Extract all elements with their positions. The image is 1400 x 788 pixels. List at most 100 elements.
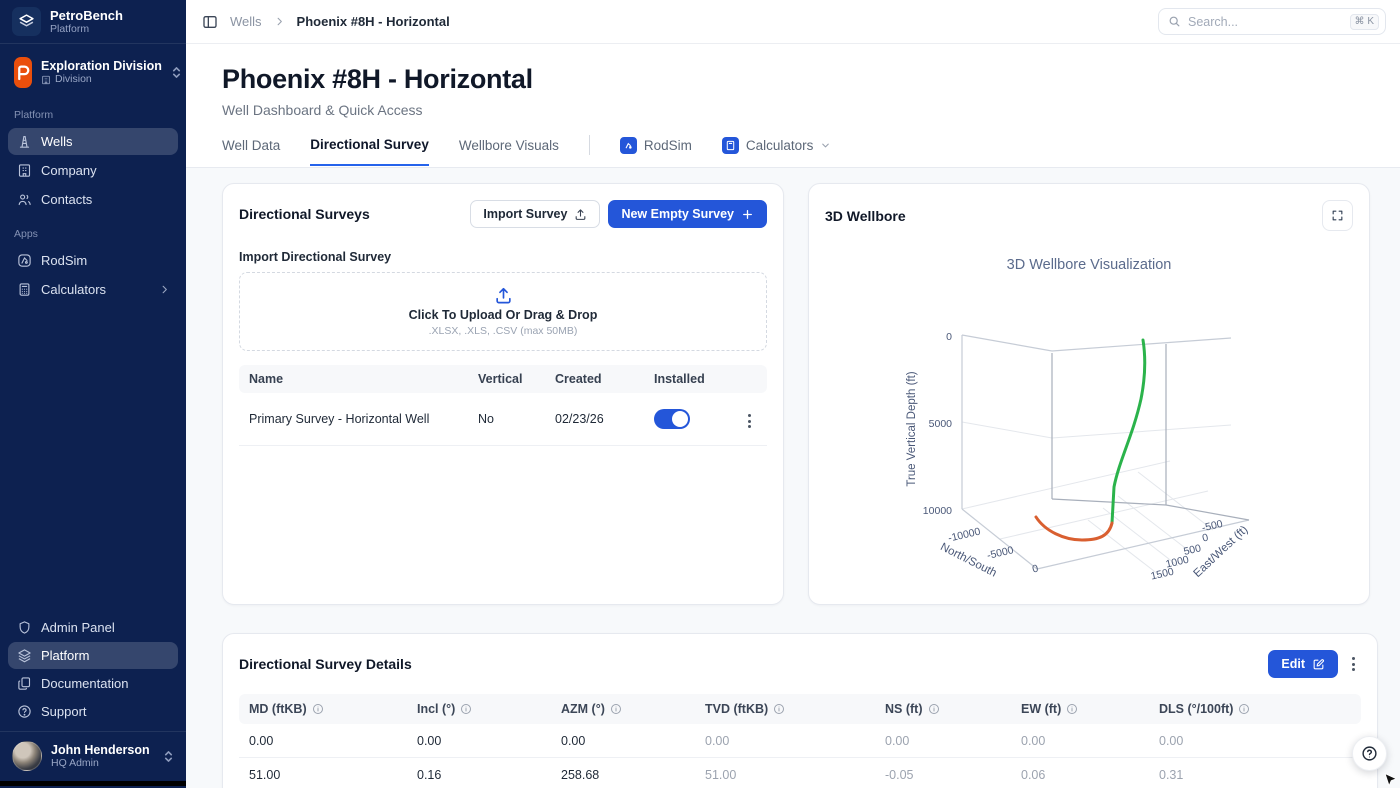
search-box[interactable]: ⌘ K [1158, 8, 1386, 35]
calculator-icon [16, 282, 32, 297]
sidebar-item-label: Company [41, 163, 97, 178]
help-circle-icon [1361, 745, 1378, 762]
upload-icon [494, 286, 513, 305]
user-name: John Henderson [51, 743, 150, 757]
users-icon [16, 192, 32, 207]
chevron-updown-icon [171, 66, 182, 79]
incl-cell: 0.00 [407, 724, 551, 758]
wellbore-3d-scene: 0 5000 10000 True Vertical Depth (ft) -1… [819, 247, 1359, 597]
help-button[interactable] [1352, 736, 1387, 771]
sidebar-item-label: RodSim [41, 253, 87, 268]
survey-details-table: MD (ftKB) Incl (°) AZM (°) TVD (ftKB) NS… [239, 694, 1361, 788]
tvd-cell: 0.00 [695, 724, 875, 758]
rodsim-app-icon [620, 137, 637, 154]
sidebar-item-label: Contacts [41, 192, 92, 207]
layers-icon [16, 648, 32, 663]
svg-text:0: 0 [946, 331, 952, 343]
azm-cell: 0.00 [551, 724, 695, 758]
details-header-row: MD (ftKB) Incl (°) AZM (°) TVD (ftKB) NS… [239, 694, 1361, 724]
sidebar-bottom-strip [0, 781, 186, 786]
col-header-installed: Installed [644, 365, 722, 393]
page-header: Phoenix #8H - Horizontal Well Dashboard … [186, 44, 1400, 168]
page-subtitle: Well Dashboard & Quick Access [222, 102, 1400, 118]
survey-details-card: Directional Survey Details Edit MD (ftKB… [222, 633, 1378, 788]
sidebar-item-support[interactable]: Support [8, 698, 178, 725]
tab-wellbore-visuals[interactable]: Wellbore Visuals [459, 138, 559, 165]
sidebar-item-label: Platform [41, 648, 89, 663]
sidebar-item-documentation[interactable]: Documentation [8, 670, 178, 697]
brand-subtitle: Platform [50, 23, 123, 35]
page-title: Phoenix #8H - Horizontal [222, 64, 1400, 95]
table-header-row: Name Vertical Created Installed [239, 365, 767, 393]
sidebar-item-company[interactable]: Company [8, 157, 178, 184]
tab-well-data[interactable]: Well Data [222, 138, 280, 165]
ew-cell: 0.06 [1011, 758, 1149, 788]
sidebar-toggle-icon[interactable] [202, 14, 218, 30]
card-menu-kebab-icon[interactable] [1346, 653, 1361, 675]
svg-text:1500: 1500 [1150, 566, 1176, 583]
upload-dropzone[interactable]: Click To Upload Or Drag & Drop .XLSX, .X… [239, 272, 767, 351]
svg-text:0: 0 [1201, 532, 1210, 545]
sidebar-item-calculators[interactable]: Calculators [8, 276, 178, 303]
content-area: Directional Surveys Import Survey New Em… [186, 168, 1400, 788]
ew-cell: 0.00 [1011, 724, 1149, 758]
svg-text:-10000: -10000 [947, 526, 982, 545]
wellbore-3d-plot[interactable]: 3D Wellbore Visualization [809, 241, 1369, 601]
survey-vertical-cell: No [468, 393, 545, 446]
shield-icon [16, 620, 32, 635]
expand-button[interactable] [1322, 200, 1353, 231]
tab-divider [589, 135, 590, 155]
sidebar-item-rodsim[interactable]: RodSim [8, 247, 178, 274]
section-label-apps: Apps [0, 214, 186, 246]
main-area: Wells Phoenix #8H - Horizontal ⌘ K Phoen… [186, 0, 1400, 788]
sidebar-item-contacts[interactable]: Contacts [8, 186, 178, 213]
import-survey-button[interactable]: Import Survey [470, 200, 600, 228]
col-header-incl: Incl (°) [407, 694, 551, 724]
info-icon [1238, 703, 1250, 715]
wellbore-3d-card: 3D Wellbore 3D Wellbore Visualization [808, 183, 1370, 605]
calculator-icon [722, 137, 739, 154]
sidebar-item-admin-panel[interactable]: Admin Panel [8, 614, 178, 641]
edit-button[interactable]: Edit [1268, 650, 1338, 678]
sidebar-item-platform[interactable]: Platform [8, 642, 178, 669]
building-icon [41, 75, 51, 85]
new-empty-survey-button[interactable]: New Empty Survey [608, 200, 767, 228]
table-row[interactable]: 51.00 0.16 258.68 51.00 -0.05 0.06 0.31 [239, 758, 1361, 788]
brand-header: PetroBench Platform [0, 0, 186, 44]
col-header-tvd: TVD (ftKB) [695, 694, 875, 724]
info-icon [773, 703, 785, 715]
table-row[interactable]: Primary Survey - Horizontal Well No 02/2… [239, 393, 767, 446]
sidebar-item-wells[interactable]: Wells [8, 128, 178, 155]
card-title: Directional Survey Details [239, 656, 412, 672]
breadcrumb-current: Phoenix #8H - Horizontal [297, 14, 450, 29]
tab-rodsim[interactable]: RodSim [620, 137, 692, 166]
surveys-table: Name Vertical Created Installed Primary … [239, 365, 767, 446]
breadcrumb-parent[interactable]: Wells [230, 14, 262, 29]
sidebar-item-label: Documentation [41, 676, 128, 691]
row-menu-kebab-icon[interactable] [742, 410, 757, 432]
ns-cell: -0.05 [875, 758, 1011, 788]
search-input[interactable] [1188, 15, 1343, 29]
col-header-vertical: Vertical [468, 365, 545, 393]
info-icon [460, 703, 472, 715]
tab-directional-survey[interactable]: Directional Survey [310, 137, 429, 166]
mouse-cursor [1383, 772, 1400, 788]
chevron-updown-icon [163, 750, 174, 763]
dropzone-text: Click To Upload Or Drag & Drop [409, 308, 598, 322]
card-title: Directional Surveys [239, 206, 370, 222]
installed-toggle[interactable] [654, 409, 690, 429]
card-title: 3D Wellbore [825, 208, 906, 224]
tab-bar: Well Data Directional Survey Wellbore Vi… [222, 135, 1400, 167]
table-row[interactable]: 0.00 0.00 0.00 0.00 0.00 0.00 0.00 [239, 724, 1361, 758]
wellbore-lateral-section [1036, 517, 1112, 540]
user-menu[interactable]: John Henderson HQ Admin [0, 731, 186, 781]
rodsim-app-icon [16, 253, 32, 268]
import-section-label: Import Directional Survey [223, 238, 783, 272]
info-icon [610, 703, 622, 715]
org-type: Division [41, 73, 162, 86]
org-switcher[interactable]: Exploration Division Division [8, 52, 178, 93]
md-cell: 51.00 [239, 758, 407, 788]
tab-calculators[interactable]: Calculators [722, 137, 832, 166]
topbar: Wells Phoenix #8H - Horizontal ⌘ K [186, 0, 1400, 44]
survey-created-cell: 02/23/26 [545, 393, 644, 446]
